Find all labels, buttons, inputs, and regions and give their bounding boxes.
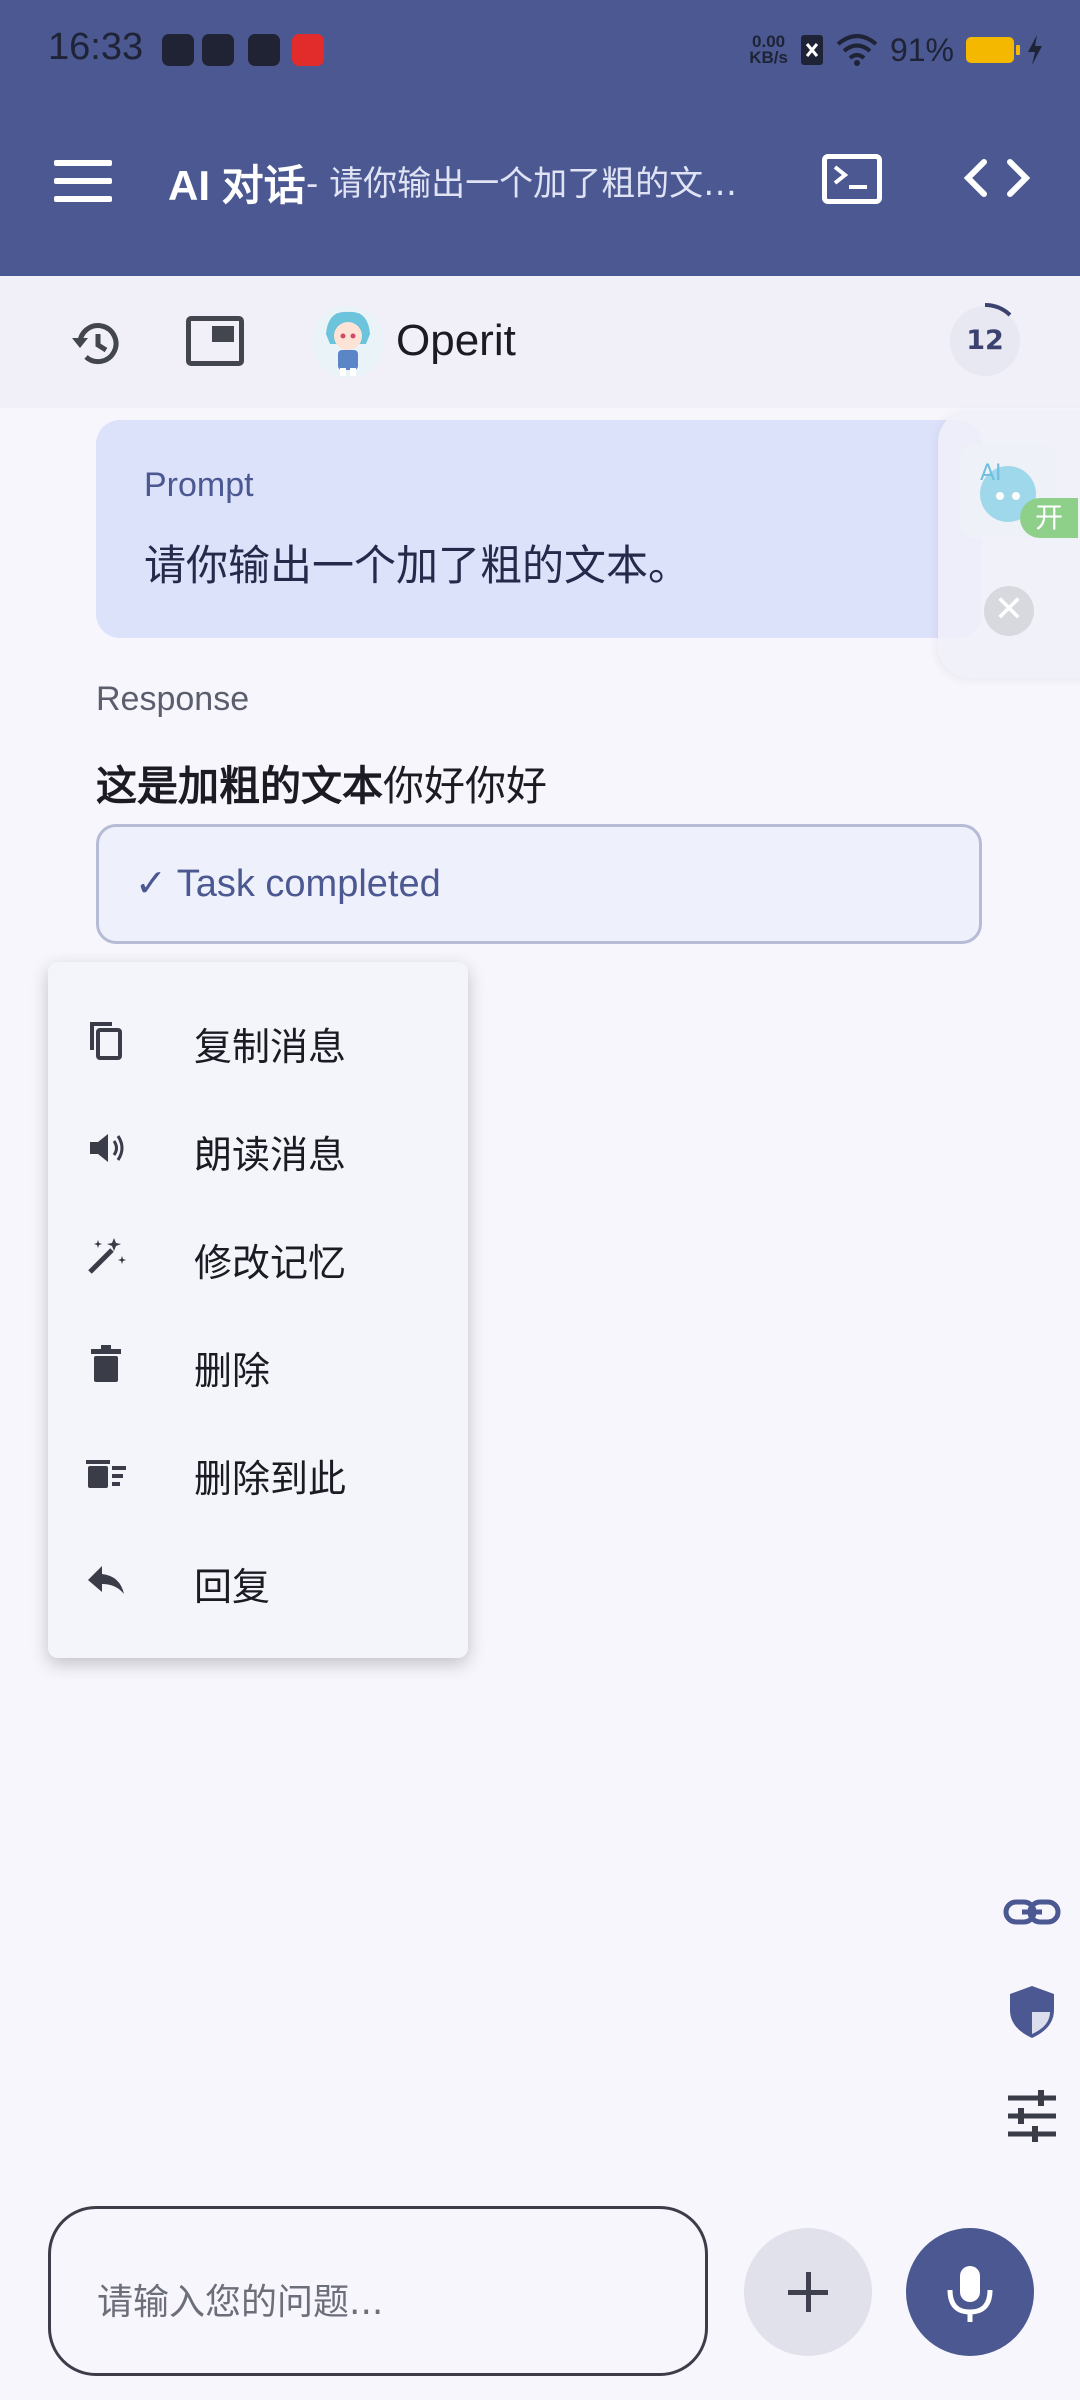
menu-item-label: 删除 xyxy=(194,1349,271,1393)
battery-icon xyxy=(966,37,1020,63)
menu-icon[interactable] xyxy=(54,160,112,202)
telegram-notification-icon xyxy=(162,34,194,66)
app-bar: 16:33 0.00 KB/s 91% AI 对话 - 请你输出一个加了粗的文本… xyxy=(0,0,1080,276)
floating-window-icon[interactable] xyxy=(186,316,244,366)
menu-item-edit-memory[interactable]: 修改记忆 xyxy=(48,1206,468,1306)
battery-percent: 91% xyxy=(889,31,954,68)
magic-wand-icon xyxy=(88,1238,126,1274)
microphone-icon xyxy=(947,2266,993,2322)
character-name[interactable]: Operit xyxy=(396,316,516,366)
add-attachment-button[interactable] xyxy=(744,2228,872,2356)
menu-item-copy-message[interactable]: 复制消息 xyxy=(48,990,468,1090)
menu-item-label: 回复 xyxy=(194,1565,271,1609)
response-text[interactable]: 这是加粗的文本你好你好 xyxy=(96,752,547,812)
history-icon[interactable] xyxy=(66,314,126,374)
usb-debug-notification-icon xyxy=(248,34,280,66)
menu-item-reply[interactable]: 回复 xyxy=(48,1530,468,1630)
chat-title: - 请你输出一个加了粗的文本。 xyxy=(306,164,756,204)
wifi-icon xyxy=(836,34,878,66)
reply-icon xyxy=(88,1566,124,1594)
voice-input-button[interactable] xyxy=(906,2228,1034,2356)
delete-sweep-icon xyxy=(86,1460,126,1488)
menu-item-read-aloud[interactable]: 朗读消息 xyxy=(48,1098,468,1198)
prompt-label: Prompt xyxy=(144,466,254,504)
link-icon[interactable] xyxy=(1000,1880,1064,1944)
chat-toolbar: Operit 12 xyxy=(0,276,1080,408)
message-context-menu: 复制消息 朗读消息 修改记忆 删除 删除到此 回复 xyxy=(48,962,468,1658)
menu-item-delete[interactable]: 删除 xyxy=(48,1314,468,1414)
response-normal-text: 你好你好 xyxy=(383,762,547,810)
input-placeholder: 请输入您的问题... xyxy=(97,2282,384,2323)
task-status-text: ✓ Task completed xyxy=(135,863,441,905)
copy-icon xyxy=(90,1022,122,1060)
status-time: 16:33 xyxy=(48,26,144,68)
close-icon[interactable]: ✕ xyxy=(984,586,1034,636)
speaker-icon xyxy=(90,1134,124,1162)
assistant-on-badge[interactable]: 开 xyxy=(1020,498,1078,538)
status-right: 0.00 KB/s 91% xyxy=(749,26,1044,74)
task-status-box: ✓ Task completed xyxy=(96,824,982,944)
status-bar: 16:33 0.00 KB/s 91% xyxy=(0,0,1080,100)
menu-item-label: 删除到此 xyxy=(194,1457,347,1501)
counter-progress-ring xyxy=(984,302,1012,317)
prompt-bubble[interactable]: Prompt 请你输出一个加了粗的文本。 xyxy=(96,420,982,638)
menu-item-label: 修改记忆 xyxy=(194,1241,347,1285)
floating-assistant-panel: AI 开 ✕ xyxy=(938,410,1080,678)
response-bold-text: 这是加粗的文本 xyxy=(96,762,383,810)
response-label: Response xyxy=(96,680,250,718)
message-input[interactable]: 请输入您的问题... xyxy=(48,2206,708,2376)
prompt-text: 请你输出一个加了粗的文本。 xyxy=(144,541,691,590)
menu-item-delete-to-here[interactable]: 删除到此 xyxy=(48,1422,468,1522)
netease-music-notification-icon xyxy=(292,34,324,66)
svg-text:AI: AI xyxy=(980,461,1002,486)
code-icon[interactable] xyxy=(962,148,1032,208)
avatar[interactable] xyxy=(312,304,384,380)
vivo-notification-icon xyxy=(202,34,234,66)
shield-icon[interactable] xyxy=(1000,1980,1064,2044)
tune-icon[interactable] xyxy=(1000,2084,1064,2148)
terminal-icon[interactable] xyxy=(822,154,882,204)
trash-icon xyxy=(91,1345,121,1382)
net-speed-unit: KB/s xyxy=(749,48,788,67)
menu-item-label: 朗读消息 xyxy=(194,1133,347,1177)
app-title: AI 对话 xyxy=(168,162,306,209)
charging-icon xyxy=(1028,35,1042,65)
menu-item-label: 复制消息 xyxy=(194,1025,347,1069)
no-sim-icon xyxy=(800,35,823,65)
net-speed: 0.00 KB/s xyxy=(749,33,788,67)
